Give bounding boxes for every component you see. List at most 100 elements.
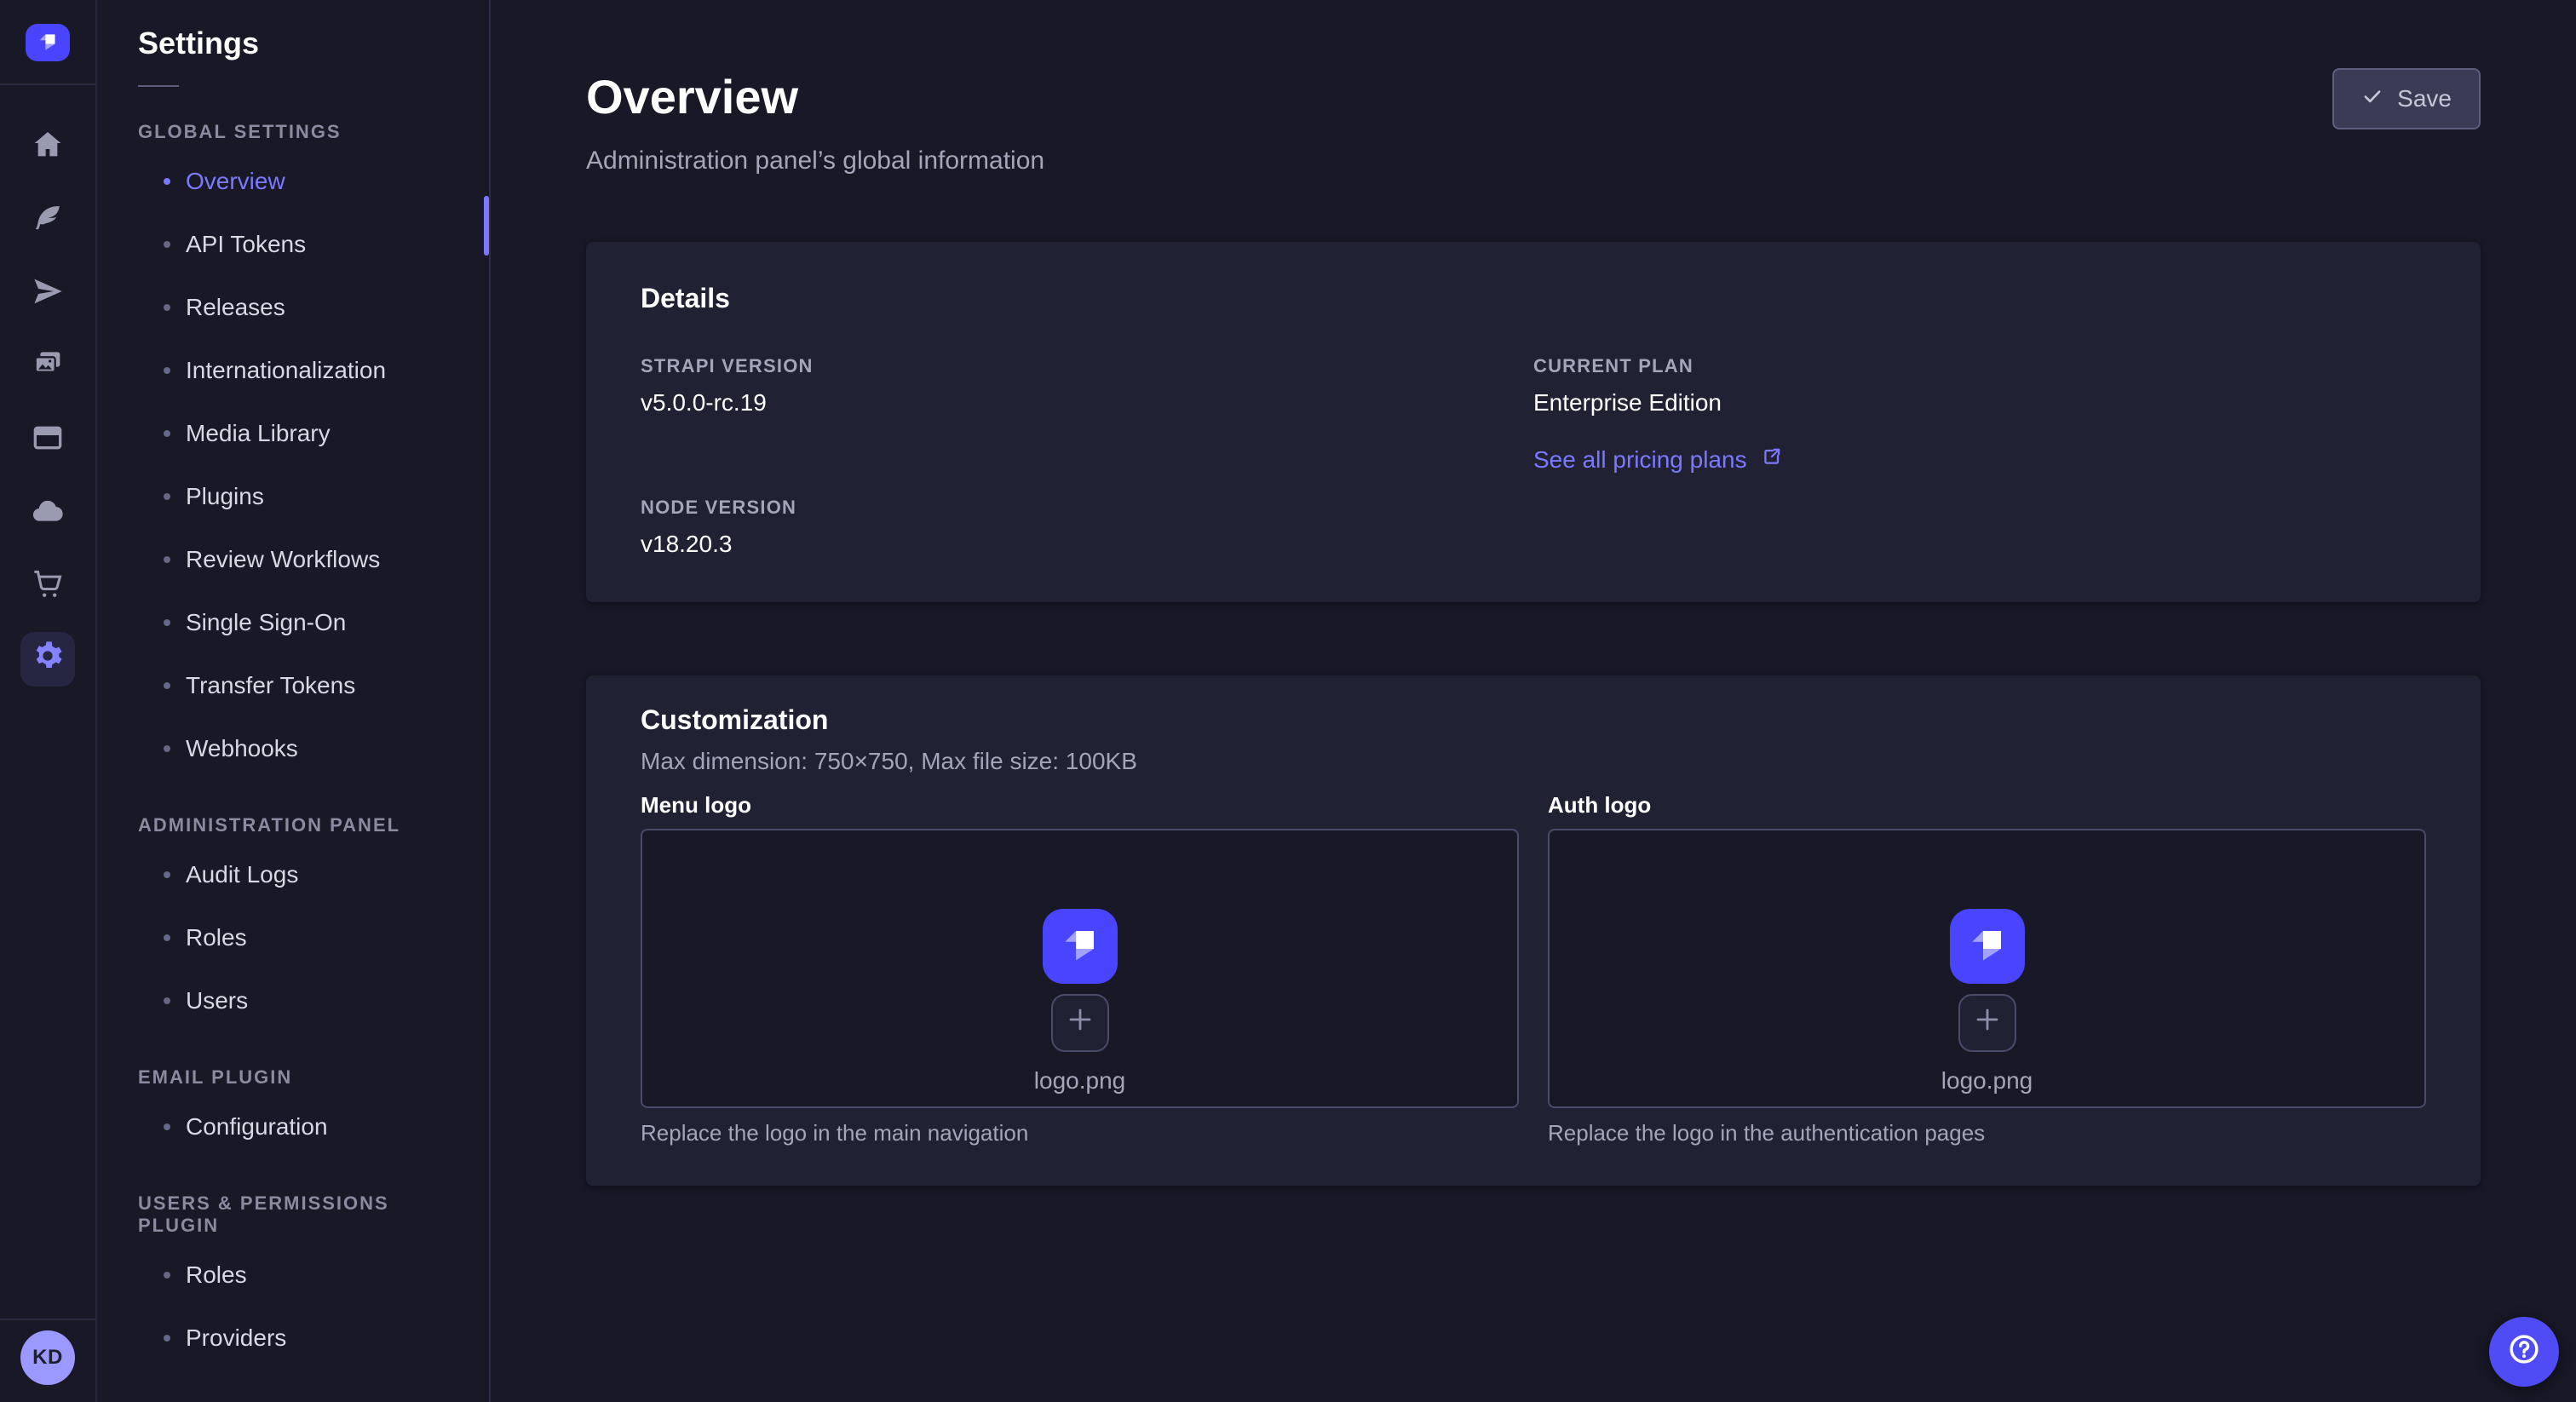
bullet-icon	[164, 556, 170, 563]
sidebar-item-admin-users[interactable]: Users	[97, 969, 489, 1032]
sidebar-item-label: Audit Logs	[186, 861, 298, 888]
customization-card-title: Customization	[641, 704, 2426, 736]
sidebar-item-releases[interactable]: Releases	[97, 276, 489, 339]
sidebar-item-api-tokens[interactable]: API Tokens	[97, 213, 489, 276]
home-icon[interactable]	[31, 128, 65, 162]
sidebar-item-transfer-tokens[interactable]: Transfer Tokens	[97, 654, 489, 717]
sidebar-item-webhooks[interactable]: Webhooks	[97, 717, 489, 780]
sidebar-item-label: Overview	[186, 168, 285, 195]
auth-logo-dropzone[interactable]: logo.png	[1548, 829, 2426, 1108]
menu-logo-label: Menu logo	[641, 792, 1519, 819]
customization-card: Customization Max dimension: 750×750, Ma…	[586, 675, 2481, 1186]
layout-icon[interactable]	[31, 421, 65, 455]
sidebar-item-up-roles[interactable]: Roles	[97, 1244, 489, 1307]
strapi-admin-app: KD Settings GLOBAL SETTINGS Overview API…	[0, 0, 2576, 1402]
save-button[interactable]: Save	[2332, 68, 2481, 129]
sidebar-item-label: Transfer Tokens	[186, 672, 355, 699]
bullet-icon	[164, 1123, 170, 1130]
sidebar-item-overview[interactable]: Overview	[97, 150, 489, 213]
sidebar-item-internationalization[interactable]: Internationalization	[97, 339, 489, 402]
settings-subnav: Settings GLOBAL SETTINGS Overview API To…	[97, 0, 491, 1402]
page-subtitle: Administration panel’s global informatio…	[586, 147, 1044, 175]
check-icon	[2361, 85, 2383, 113]
sidebar-item-label: Review Workflows	[186, 546, 380, 573]
sidebar-item-label: Users	[186, 987, 248, 1014]
add-logo-button[interactable]	[1051, 994, 1109, 1052]
help-button[interactable]	[2489, 1317, 2559, 1387]
cloud-icon[interactable]	[31, 494, 65, 528]
auth-logo-hint: Replace the logo in the authentication p…	[1548, 1120, 2426, 1146]
bullet-icon	[164, 430, 170, 437]
bullet-icon	[164, 178, 170, 185]
bullet-icon	[164, 745, 170, 752]
node-version-label: NODE VERSION	[641, 497, 1533, 519]
bullet-icon	[164, 304, 170, 311]
details-card: Details STRAPI VERSION v5.0.0-rc.19 NODE…	[586, 242, 2481, 602]
details-card-title: Details	[641, 283, 2426, 314]
bullet-icon	[164, 367, 170, 374]
bullet-icon	[164, 997, 170, 1004]
nav-divider-bottom	[0, 1319, 95, 1320]
menu-logo-field: Menu logo logo.png Replace the logo in t…	[641, 792, 1519, 1146]
bullet-icon	[164, 619, 170, 626]
sidebar-item-single-sign-on[interactable]: Single Sign-On	[97, 591, 489, 654]
current-plan-value: Enterprise Edition	[1533, 389, 2426, 417]
user-avatar[interactable]: KD	[20, 1330, 75, 1385]
add-logo-button[interactable]	[1958, 994, 2016, 1052]
sidebar-item-label: Providers	[186, 1324, 286, 1352]
details-grid: STRAPI VERSION v5.0.0-rc.19 NODE VERSION…	[641, 355, 2426, 558]
menu-logo-dropzone[interactable]: logo.png	[641, 829, 1519, 1108]
bullet-icon	[164, 1272, 170, 1278]
strapi-logo-icon	[34, 29, 61, 56]
plus-icon	[1974, 1006, 2001, 1040]
sidebar-item-review-workflows[interactable]: Review Workflows	[97, 528, 489, 591]
sidebar-item-media-library[interactable]: Media Library	[97, 402, 489, 465]
nav-divider	[0, 83, 95, 85]
pricing-plans-link[interactable]: See all pricing plans	[1533, 445, 1783, 474]
logo-uploads-grid: Menu logo logo.png Replace the logo in t…	[641, 792, 2426, 1146]
sidebar-item-label: Plugins	[186, 483, 264, 510]
strapi-logo-preview	[1950, 909, 2025, 984]
bullet-icon	[164, 241, 170, 248]
feather-icon[interactable]	[31, 201, 65, 235]
menu-logo-filename: logo.png	[1034, 1067, 1125, 1095]
sidebar-item-audit-logs[interactable]: Audit Logs	[97, 843, 489, 906]
gear-icon	[31, 639, 65, 680]
sidebar-item-label: API Tokens	[186, 231, 306, 258]
bullet-icon	[164, 934, 170, 941]
main-content: Overview Administration panel’s global i…	[491, 0, 2576, 1402]
strapi-logo-preview	[1043, 909, 1118, 984]
bullet-icon	[164, 871, 170, 878]
sidebar-item-email-configuration[interactable]: Configuration	[97, 1095, 489, 1158]
auth-logo-filename: logo.png	[1941, 1067, 2033, 1095]
page-header-text: Overview Administration panel’s global i…	[586, 68, 1044, 175]
sidebar-item-label: Webhooks	[186, 735, 298, 762]
settings-nav-active-tile[interactable]	[20, 632, 75, 687]
sidebar-item-label: Roles	[186, 1261, 247, 1289]
cart-icon[interactable]	[31, 567, 65, 601]
auth-logo-label: Auth logo	[1548, 792, 2426, 819]
paper-plane-icon[interactable]	[31, 274, 65, 308]
sidebar-item-label: Roles	[186, 924, 247, 951]
main-nav-rail: KD	[0, 0, 97, 1402]
sidebar-item-label: Internationalization	[186, 357, 386, 384]
auth-logo-field: Auth logo logo.png Replace the logo in t…	[1548, 792, 2426, 1146]
question-mark-icon	[2505, 1330, 2543, 1374]
subnav-divider	[138, 85, 179, 87]
sidebar-item-label: Configuration	[186, 1113, 328, 1141]
customization-card-subtitle: Max dimension: 750×750, Max file size: 1…	[641, 748, 2426, 775]
details-left-column: STRAPI VERSION v5.0.0-rc.19 NODE VERSION…	[641, 355, 1533, 558]
sidebar-item-admin-roles[interactable]: Roles	[97, 906, 489, 969]
node-version-value: v18.20.3	[641, 531, 1533, 558]
images-icon[interactable]	[31, 348, 65, 382]
details-right-column: CURRENT PLAN Enterprise Edition See all …	[1533, 355, 2426, 558]
strapi-logo[interactable]	[26, 24, 70, 61]
sidebar-item-label: Releases	[186, 294, 285, 321]
menu-logo-hint: Replace the logo in the main navigation	[641, 1120, 1519, 1146]
nav-icon-list	[31, 128, 65, 601]
sidebar-item-up-providers[interactable]: Providers	[97, 1307, 489, 1370]
sidebar-item-plugins[interactable]: Plugins	[97, 465, 489, 528]
section-header-email-plugin: EMAIL PLUGIN	[138, 1066, 448, 1089]
section-header-global-settings: GLOBAL SETTINGS	[138, 121, 448, 143]
plus-icon	[1067, 1006, 1094, 1040]
